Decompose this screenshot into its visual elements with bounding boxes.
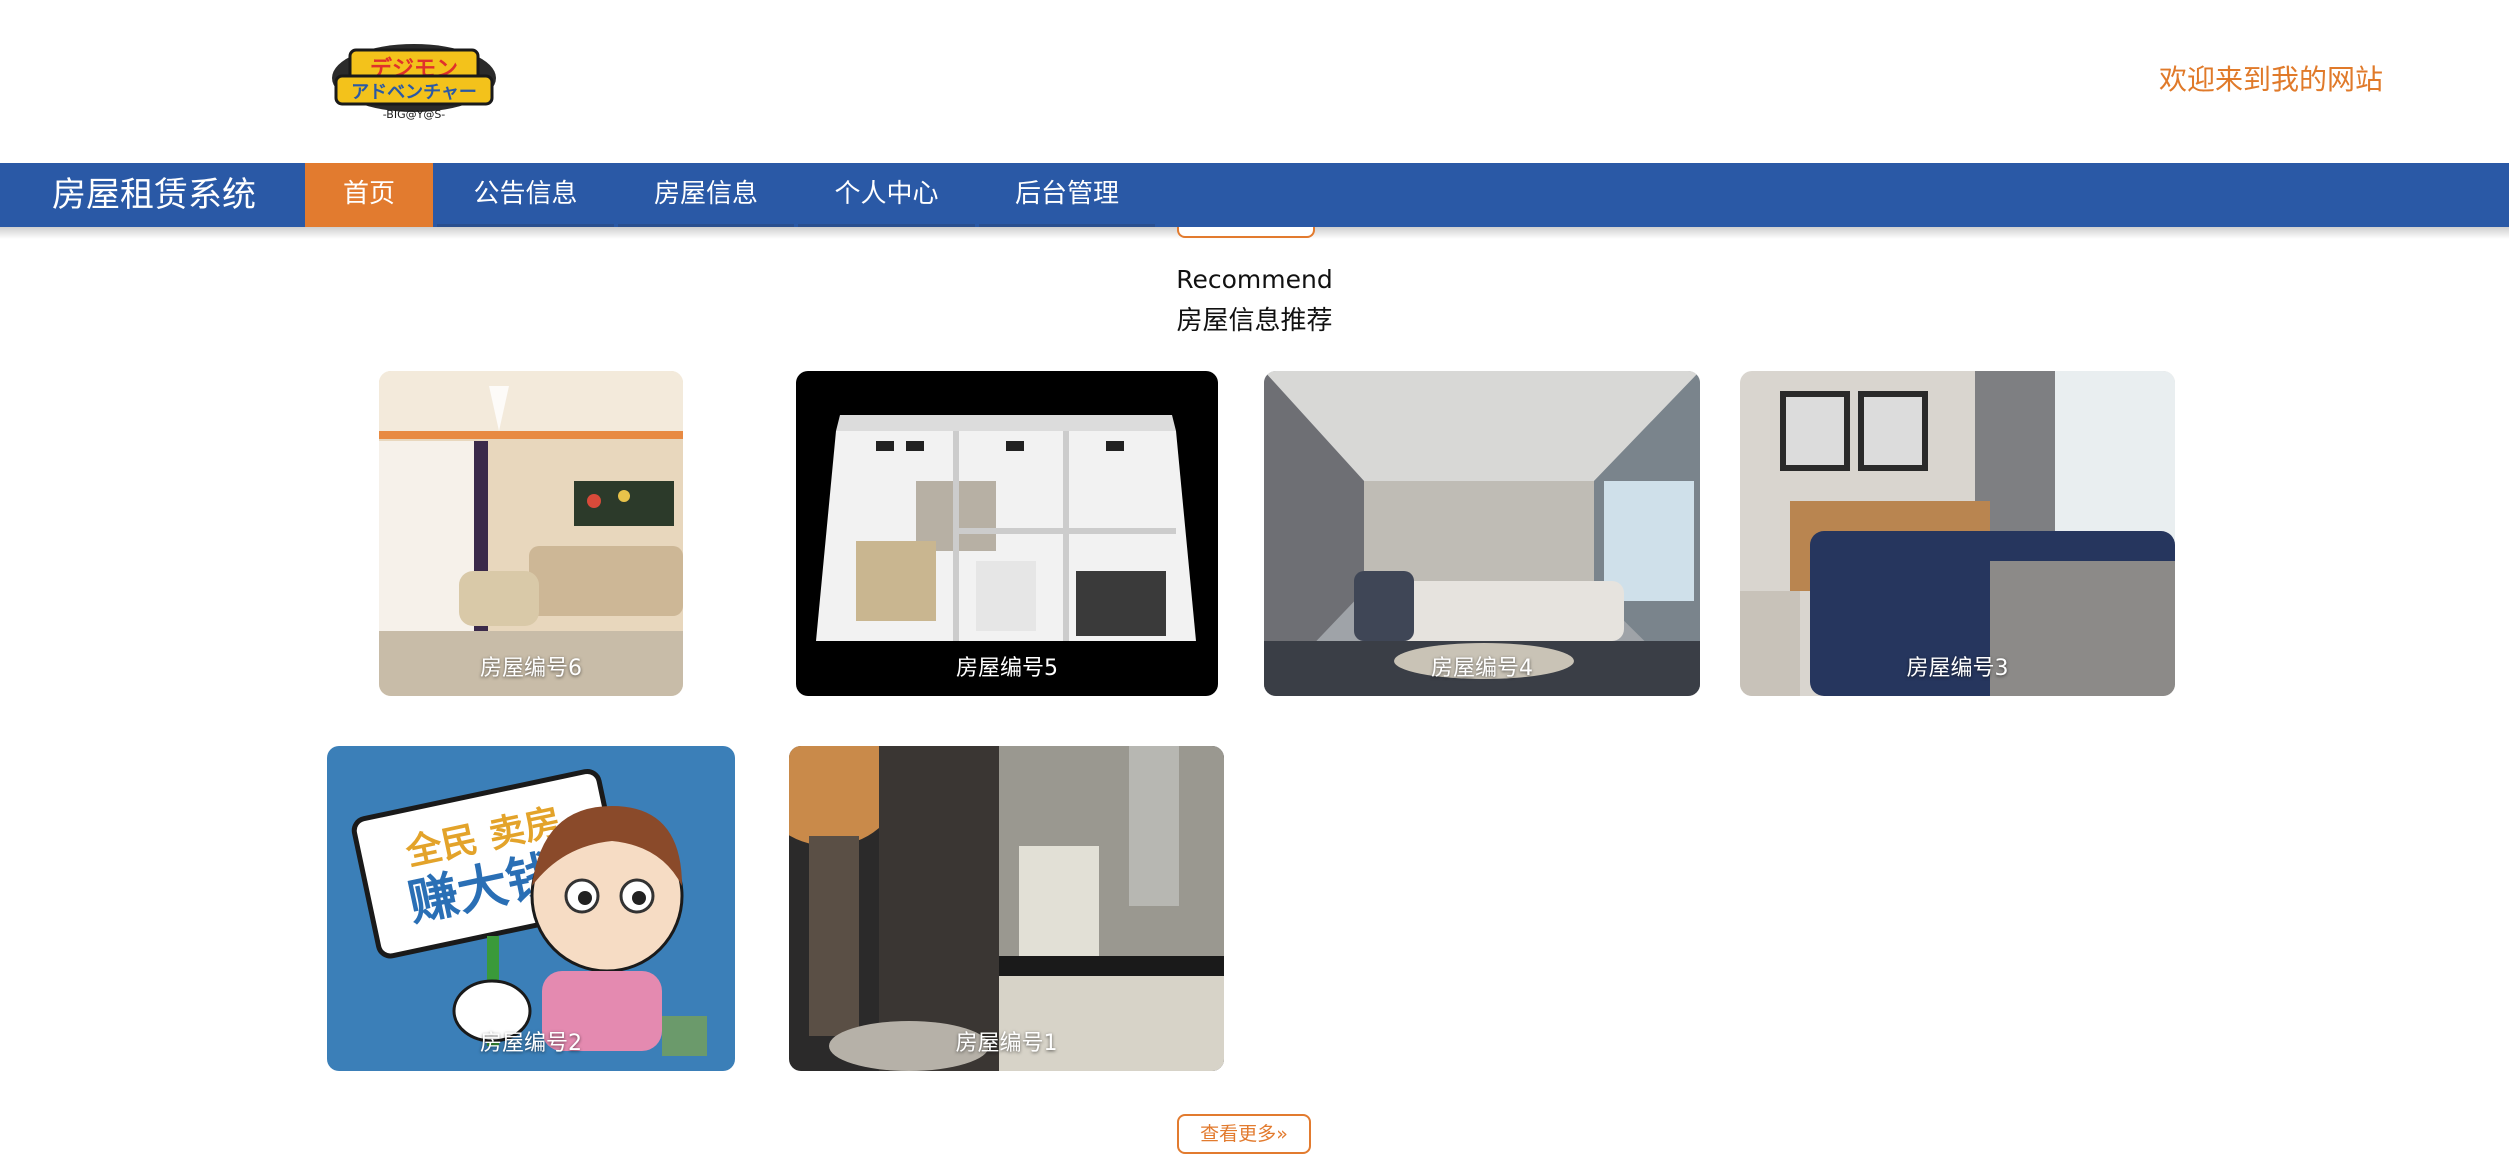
section-title-en: Recommend — [1176, 265, 1333, 294]
house-label: 房屋编号3 — [1906, 656, 2009, 681]
nav-item-announcements[interactable]: 公告信息 — [437, 163, 614, 227]
kitchen-image — [789, 746, 1224, 1071]
house-label: 房屋编号1 — [955, 1031, 1058, 1056]
house-label: 房屋编号5 — [956, 656, 1058, 681]
site-header: デジモン アドベンチャー -BIG@Y@S- 欢迎来到我的网站 — [0, 0, 2509, 163]
nav-item-profile[interactable]: 个人中心 — [798, 163, 975, 227]
house-card[interactable]: 房屋编号1 — [789, 746, 1224, 1071]
nav-brand[interactable]: 房屋租赁系统 — [52, 163, 256, 227]
living-room-image — [379, 371, 683, 696]
house-card[interactable]: 房屋编号4 — [1264, 371, 1700, 696]
house-label: 房屋编号4 — [1431, 656, 1533, 681]
house-card[interactable]: 房屋编号3 — [1740, 371, 2175, 696]
bedroom-image — [1740, 371, 2175, 696]
view-more-label: 查看更多 — [1200, 1123, 1277, 1145]
house-card[interactable]: 全民 卖房 赚大钱! 房屋编号2 — [327, 746, 735, 1071]
house-card[interactable]: 房屋编号5 — [796, 371, 1218, 696]
nav-item-houses[interactable]: 房屋信息 — [618, 163, 794, 227]
main-nav: 房屋租赁系统 首页 公告信息 房屋信息 个人中心 后台管理 — [0, 163, 2509, 227]
floor-plan-image — [796, 371, 1218, 696]
house-label: 房屋编号6 — [480, 656, 582, 681]
house-label: 房屋编号2 — [480, 1031, 582, 1056]
view-more-button[interactable]: 查看更多» — [1177, 1114, 1311, 1154]
hidden-button-edge — [1177, 227, 1315, 238]
double-chevron-right-icon: » — [1276, 1123, 1288, 1145]
svg-text:アドベンチャー: アドベンチャー — [351, 82, 477, 103]
welcome-text: 欢迎来到我的网站 — [2158, 63, 2383, 96]
nav-item-admin[interactable]: 后台管理 — [979, 163, 1155, 227]
section-title-cn: 房屋信息推荐 — [1176, 306, 1333, 336]
cartoon-sign-image: 全民 卖房 赚大钱! — [327, 746, 735, 1071]
living-room-image — [1264, 371, 1700, 696]
house-card[interactable]: 房屋编号6 — [379, 371, 683, 696]
site-logo[interactable]: デジモン アドベンチャー -BIG@Y@S- — [330, 38, 498, 122]
nav-item-home[interactable]: 首页 — [305, 163, 433, 227]
svg-text:-BIG@Y@S-: -BIG@Y@S- — [383, 108, 446, 121]
